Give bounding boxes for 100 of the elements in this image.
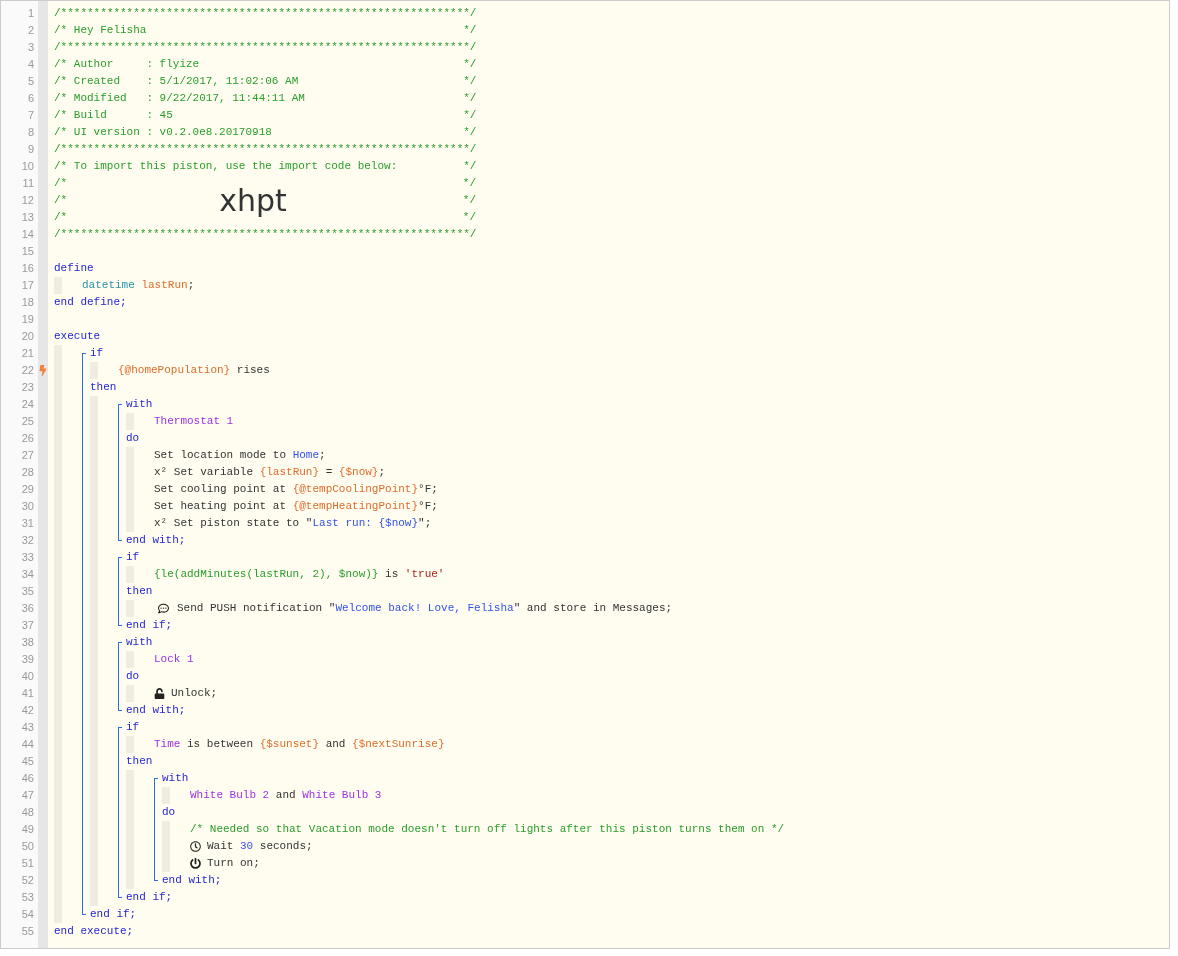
- line-number: 55: [21, 924, 34, 940]
- code-line: if: [90, 346, 104, 362]
- line-number: 34: [21, 567, 34, 583]
- code-line: /* Hey Felisha */: [54, 23, 477, 39]
- line-number: 15: [21, 244, 34, 260]
- code-line: Set cooling point at {@tempCoolingPoint}°F;: [154, 482, 438, 498]
- code-line: {le(addMinutes(lastRun, 2), $now)} is 'true': [154, 567, 445, 583]
- line-number: 14: [21, 227, 34, 243]
- code-line: end if;: [90, 907, 137, 923]
- line-number: 10: [21, 159, 34, 175]
- line-number: 24: [21, 397, 34, 413]
- line-number: 20: [21, 329, 34, 345]
- code-line: x² Set piston state to "Last run: {$now}";: [154, 516, 432, 532]
- line-number: 42: [21, 703, 34, 719]
- line-number: 2: [27, 23, 34, 39]
- line-number: 48: [21, 805, 34, 821]
- code-line: /*: [54, 176, 68, 192]
- code-line: White Bulb 2 and White Bulb 3: [190, 788, 382, 804]
- code-line: Thermostat 1: [154, 414, 234, 430]
- code-line: /*: [54, 193, 68, 209]
- line-number: 3: [27, 40, 34, 56]
- code-line: datetime lastRun;: [82, 278, 195, 294]
- line-number: 41: [21, 686, 34, 702]
- code-line: define: [54, 261, 94, 277]
- code-line: execute: [54, 329, 101, 345]
- line-number: 43: [21, 720, 34, 736]
- code-line: /*: [54, 210, 68, 226]
- line-number: 26: [21, 431, 34, 447]
- code-line: end define;: [54, 295, 127, 311]
- line-number: 30: [21, 499, 34, 515]
- code-line: /**************************************************************/: [54, 142, 477, 158]
- line-number: 12: [21, 193, 34, 209]
- code-line: Send PUSH notification "Welcome back! Love, Felisha" and store in Messages;: [177, 601, 673, 617]
- line-number: 8: [27, 125, 34, 141]
- line-number: 25: [21, 414, 34, 430]
- line-number: 51: [21, 856, 34, 872]
- code-line: x² Set variable {lastRun} = {$now};: [154, 465, 386, 481]
- line-number: 35: [21, 584, 34, 600]
- line-number: 38: [21, 635, 34, 651]
- code-line: Set location mode to Home;: [154, 448, 326, 464]
- code-line: /**************************************************************/: [54, 40, 477, 56]
- code-line: Turn on;: [207, 856, 260, 872]
- code-line: */: [462, 210, 476, 226]
- code-line: /* Created : 5/1/2017, 11:02:06 AM */: [54, 74, 477, 90]
- line-number: 7: [27, 108, 34, 124]
- code-line: end with;: [126, 703, 186, 719]
- line-number: 45: [21, 754, 34, 770]
- line-number: 21: [21, 346, 34, 362]
- code-line: /* Author : flyize */: [54, 57, 477, 73]
- code-line: /* To import this piston, use the import code below: */: [54, 159, 477, 175]
- code-line: end with;: [126, 533, 186, 549]
- code-line: Time is between {$sunset} and {$nextSunrise}: [154, 737, 445, 753]
- line-number: 44: [21, 737, 34, 753]
- line-number: 17: [21, 278, 34, 294]
- code-line: end if;: [126, 890, 173, 906]
- line-number: 52: [21, 873, 34, 889]
- line-number: 28: [21, 465, 34, 481]
- line-number: 19: [21, 312, 34, 328]
- line-number: 47: [21, 788, 34, 804]
- line-number: 31: [21, 516, 34, 532]
- line-number: 23: [21, 380, 34, 396]
- line-number: 13: [21, 210, 34, 226]
- code-line: /**************************************************************/: [54, 6, 477, 22]
- line-number: 32: [21, 533, 34, 549]
- code-line: do: [126, 431, 140, 447]
- line-number: 37: [21, 618, 34, 634]
- code-line: if: [126, 720, 140, 736]
- line-number: 39: [21, 652, 34, 668]
- code-line: Wait 30 seconds;: [207, 839, 313, 855]
- import-code: xhpt: [219, 185, 287, 216]
- code-line: /* Modified : 9/22/2017, 11:44:11 AM */: [54, 91, 477, 107]
- unlock-icon: [154, 688, 165, 699]
- code-line: then: [126, 584, 153, 600]
- code-line: {@homePopulation} rises: [118, 363, 270, 379]
- code-line: with: [126, 397, 153, 413]
- line-number: 29: [21, 482, 34, 498]
- code-line: with: [162, 771, 189, 787]
- line-number: 50: [21, 839, 34, 855]
- code-line: */: [462, 193, 476, 209]
- code-line: end if;: [126, 618, 173, 634]
- line-number: 54: [21, 907, 34, 923]
- code-line: /* Needed so that Vacation mode doesn't turn off lights after this piston turns them on */: [190, 822, 785, 838]
- line-number: 46: [21, 771, 34, 787]
- clock-icon: [190, 841, 201, 852]
- line-number: 1: [27, 6, 34, 22]
- line-number: 16: [21, 261, 34, 277]
- line-number: 4: [27, 57, 34, 73]
- code-line: with: [126, 635, 153, 651]
- code-line: then: [90, 380, 117, 396]
- code-line: do: [162, 805, 176, 821]
- line-number: 18: [21, 295, 34, 311]
- line-number: 6: [27, 91, 34, 107]
- line-number: 33: [21, 550, 34, 566]
- line-number: 22: [21, 363, 34, 379]
- code-line: end execute;: [54, 924, 134, 940]
- line-number: 27: [21, 448, 34, 464]
- code-line: end with;: [162, 873, 222, 889]
- code-line: /* Build : 45 */: [54, 108, 477, 124]
- code-line: if: [126, 550, 140, 566]
- code-line: then: [126, 754, 153, 770]
